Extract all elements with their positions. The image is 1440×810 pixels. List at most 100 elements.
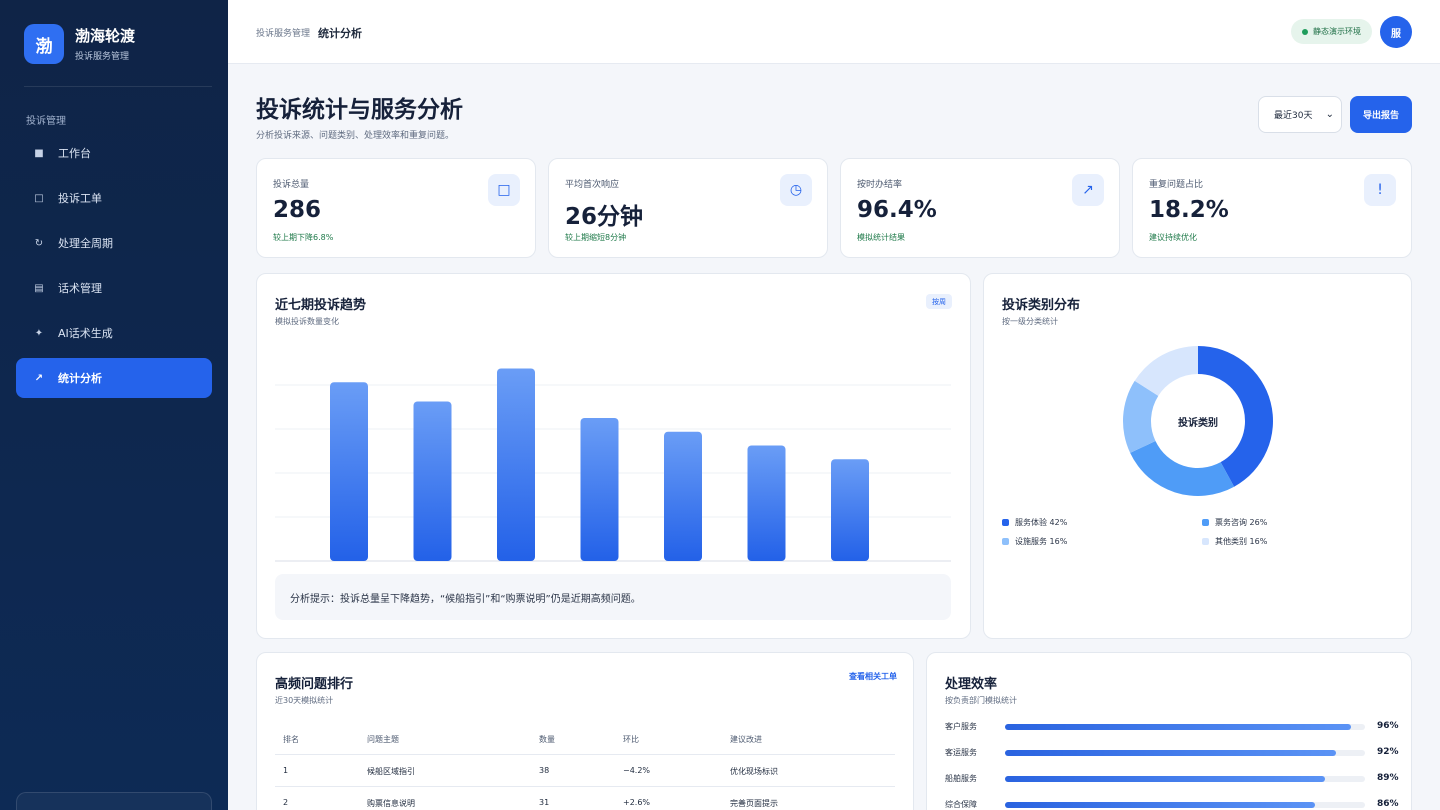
kpi-note: 较上期缩短8分钟 bbox=[565, 233, 627, 242]
category-donut-chart: 投诉类别 bbox=[1123, 346, 1273, 496]
clock-icon: ◷ bbox=[780, 174, 812, 206]
dashboard-icon: ■ bbox=[34, 147, 44, 159]
topic-cell: 候船区域指引 bbox=[367, 767, 415, 776]
legend-label: 服务体验 42% bbox=[1015, 518, 1068, 527]
column-header: 建议改进 bbox=[730, 735, 762, 744]
efficiency-row: 客户服务 96% bbox=[945, 720, 1399, 734]
suggestion-cell: 完善页面提示 bbox=[730, 799, 778, 808]
efficiency-label: 综合保障 bbox=[945, 800, 977, 809]
efficiency-label: 船舶服务 bbox=[945, 774, 977, 783]
legend-label: 设施服务 16% bbox=[1015, 537, 1068, 546]
legend-item-ticketing: 票务咨询 26% bbox=[1202, 517, 1267, 528]
table-header: 排名 问题主题 数量 环比 建议改进 bbox=[275, 723, 895, 755]
breadcrumb-current: 统计分析 bbox=[318, 27, 362, 40]
progress-track bbox=[1005, 724, 1365, 730]
brand-name: 渤海轮渡 bbox=[75, 27, 136, 45]
change-cell: −4.2% bbox=[623, 766, 651, 775]
table-row[interactable]: 2 购票信息说明 31 +2.6% 完善页面提示 bbox=[275, 787, 895, 810]
bar[interactable] bbox=[831, 459, 869, 561]
env-badge-label: 静态演示环境 bbox=[1313, 27, 1361, 36]
column-header: 环比 bbox=[623, 735, 639, 744]
kpi-label: 平均首次响应 bbox=[565, 180, 620, 190]
brand-subtitle: 投诉服务管理 bbox=[75, 52, 130, 62]
range-select[interactable]: 最近30天 ⌄ bbox=[1258, 96, 1342, 133]
trend-card: 近七期投诉趋势 模拟投诉数量变化 按周 分析提示：投诉总量呈下降趋势，“候船指引… bbox=[256, 273, 971, 639]
efficiency-percent: 86% bbox=[1377, 799, 1399, 809]
sidebar-item-statistics[interactable]: ↗ 统计分析 bbox=[16, 358, 212, 398]
efficiency-row: 客运服务 92% bbox=[945, 746, 1399, 760]
trend-up-icon: ↗ bbox=[1072, 174, 1104, 206]
column-header: 排名 bbox=[283, 735, 299, 744]
kpi-note: 模拟统计结果 bbox=[857, 233, 905, 242]
sidebar-item-ai-scripts[interactable]: ✦ AI话术生成 bbox=[16, 313, 212, 353]
table-row[interactable]: 1 候船区域指引 38 −4.2% 优化现场标识 bbox=[275, 755, 895, 787]
env-badge: 静态演示环境 bbox=[1291, 19, 1372, 44]
efficiency-percent: 89% bbox=[1377, 773, 1399, 783]
trend-icon: ↗ bbox=[34, 372, 44, 384]
trend-bar-chart bbox=[275, 368, 951, 562]
page-subtitle: 分析投诉来源、问题类别、处理效率和重复问题。 bbox=[256, 131, 455, 141]
progress-fill bbox=[1005, 750, 1337, 756]
ranking-table: 排名 问题主题 数量 环比 建议改进 1 候船区域指引 38 −4.2% 优化现… bbox=[275, 723, 895, 810]
card-subtitle: 近30天模拟统计 bbox=[275, 696, 334, 705]
efficiency-label: 客运服务 bbox=[945, 748, 977, 757]
column-header: 问题主题 bbox=[367, 735, 399, 744]
avatar[interactable]: 服 bbox=[1380, 16, 1412, 48]
kpi-value: 26分钟 bbox=[565, 204, 644, 230]
efficiency-row: 船舶服务 89% bbox=[945, 772, 1399, 786]
legend-item-facility: 设施服务 16% bbox=[1002, 536, 1067, 547]
sidebar-item-tickets[interactable]: □ 投诉工单 bbox=[16, 178, 212, 218]
export-report-button[interactable]: 导出报告 bbox=[1350, 96, 1412, 133]
efficiency-card: 处理效率 按负责部门模拟统计 客户服务 96% 客运服务 92% 船舶服务 89% 综合保障… bbox=[926, 652, 1412, 810]
card-title: 处理效率 bbox=[945, 677, 998, 692]
efficiency-label: 客户服务 bbox=[945, 722, 977, 731]
bar[interactable] bbox=[580, 418, 619, 561]
status-dot-icon bbox=[1302, 28, 1308, 35]
square-icon: □ bbox=[488, 174, 520, 206]
legend-label: 其他类别 16% bbox=[1215, 537, 1268, 546]
progress-track bbox=[1005, 776, 1365, 782]
sidebar-item-dashboard[interactable]: ■ 工作台 bbox=[16, 133, 212, 173]
alert-icon: ! bbox=[1364, 174, 1396, 206]
sidebar-item-label: 投诉工单 bbox=[58, 192, 102, 205]
kpi-card-repeat: 重复问题占比 18.2% 建议持续优化 ! bbox=[1132, 158, 1412, 258]
rank-cell: 1 bbox=[283, 766, 289, 775]
sidebar-user-panel[interactable] bbox=[16, 792, 212, 810]
card-subtitle: 按负责部门模拟统计 bbox=[945, 696, 1017, 705]
analysis-hint: 分析提示：投诉总量呈下降趋势，“候船指引”和“购票说明”仍是近期高频问题。 bbox=[275, 574, 951, 620]
cycle-icon: ↻ bbox=[34, 237, 44, 249]
sidebar-item-lifecycle[interactable]: ↻ 处理全周期 bbox=[16, 223, 212, 263]
rank-cell: 2 bbox=[283, 798, 289, 807]
efficiency-row: 综合保障 86% bbox=[945, 798, 1399, 810]
change-cell: +2.6% bbox=[623, 798, 651, 807]
category-card: 投诉类别分布 按一级分类统计 投诉类别 服务体验 42% 票务咨询 26% 设施… bbox=[983, 273, 1412, 639]
script-icon: ▤ bbox=[34, 282, 44, 294]
bar[interactable] bbox=[413, 401, 452, 562]
kpi-label: 重复问题占比 bbox=[1149, 180, 1204, 190]
page-title: 投诉统计与服务分析 bbox=[256, 97, 463, 123]
kpi-value: 18.2% bbox=[1149, 197, 1229, 223]
progress-track bbox=[1005, 750, 1365, 756]
donut-slice[interactable] bbox=[1198, 346, 1273, 487]
breadcrumb-parent[interactable]: 投诉服务管理 bbox=[256, 26, 310, 39]
sidebar-item-scripts[interactable]: ▤ 话术管理 bbox=[16, 268, 212, 308]
bar[interactable] bbox=[747, 445, 786, 562]
column-header: 数量 bbox=[539, 735, 555, 744]
bar[interactable] bbox=[497, 368, 535, 562]
bar[interactable] bbox=[664, 431, 702, 561]
legend-swatch bbox=[1202, 519, 1209, 526]
sidebar-item-label: 话术管理 bbox=[58, 282, 102, 295]
sidebar-item-label: 处理全周期 bbox=[58, 237, 113, 250]
sidebar-divider bbox=[24, 86, 212, 87]
donut-slice[interactable] bbox=[1130, 441, 1235, 496]
kpi-note: 较上期下降6.8% bbox=[273, 233, 334, 242]
efficiency-percent: 96% bbox=[1377, 721, 1399, 731]
kpi-note: 建议持续优化 bbox=[1149, 233, 1197, 242]
view-tickets-link[interactable]: 查看相关工单 bbox=[849, 671, 897, 682]
kpi-value: 286 bbox=[273, 197, 322, 223]
bar[interactable] bbox=[330, 382, 368, 561]
progress-fill bbox=[1005, 802, 1315, 808]
donut-center-label: 投诉类别 bbox=[1178, 416, 1218, 429]
count-cell: 38 bbox=[539, 766, 550, 775]
kpi-card-response: 平均首次响应 26分钟 较上期缩短8分钟 ◷ bbox=[548, 158, 828, 258]
